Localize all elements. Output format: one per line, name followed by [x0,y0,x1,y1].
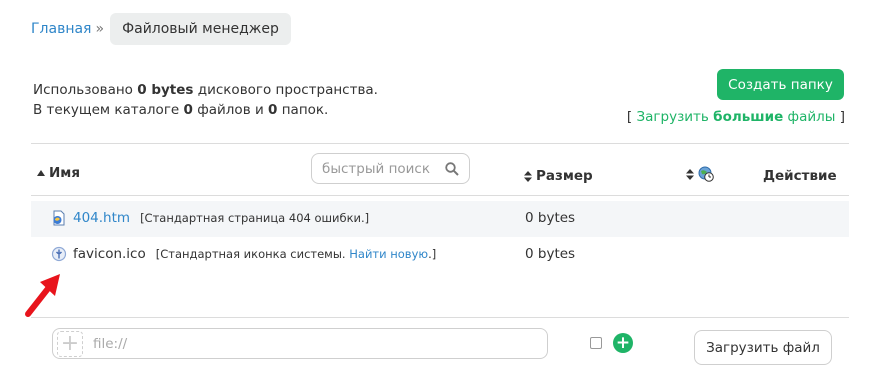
files-count: 0 [183,102,193,118]
used-space-value: 0 bytes [137,82,194,98]
folders-count: 0 [268,102,278,118]
file-input-placeholder: file:// [93,335,128,352]
usage-line-1: Использовано 0 bytes дискового пространс… [33,80,378,100]
usage-text: В текущем каталоге [33,102,180,118]
search-icon [445,161,459,176]
add-file-icon[interactable]: + [57,330,83,357]
file-size: 0 bytes [525,210,576,226]
search-placeholder: быстрый поиск [322,160,430,177]
upload-link-text: файлы [787,109,836,125]
sort-both-icon [686,168,694,180]
table-row: favicon.ico [Стандартная иконка системы.… [31,237,849,273]
breadcrumb: Главная » Файловый менеджер [31,12,291,46]
breadcrumb-home-link[interactable]: Главная [31,21,91,37]
upload-big-files: [ Загрузить большие файлы ] [627,109,845,125]
file-description: [Стандартная иконка системы. Найти новую… [156,247,437,261]
sort-by-time[interactable] [686,166,714,182]
globe-clock-icon [698,166,714,182]
upload-file-button[interactable]: Загрузить файл [694,330,832,365]
description-text: [Стандартная страница 404 ошибки.] [140,211,370,225]
usage-text: папок. [281,102,329,118]
usage-text: файлов и [197,102,264,118]
table-header: Имя быстрый поиск Размер Действие [31,143,849,196]
name-column-header: Имя [49,165,81,181]
table-body: 404.htm [Стандартная страница 404 ошибки… [31,201,849,273]
file-name: favicon.ico [73,246,146,262]
breadcrumb-separator: » [95,21,105,37]
upload-link-bold: большие [713,109,784,125]
breadcrumb-current: Файловый менеджер [110,13,291,45]
disk-usage-info: Использовано 0 bytes дискового пространс… [33,80,378,120]
bracket: [ [626,109,633,125]
file-size: 0 bytes [525,246,576,262]
usage-text: дискового пространства. [197,82,378,98]
add-field-icon[interactable]: + [613,333,633,353]
file-description: [Стандартная страница 404 ошибки.] [140,211,369,225]
file-link[interactable]: 404.htm [73,210,130,226]
upload-link-text: Загрузить [636,109,709,125]
favicon-file-icon [51,246,67,262]
bracket: ] [839,109,845,125]
sort-asc-icon [37,170,45,176]
quick-search-input[interactable]: быстрый поиск [311,153,470,184]
red-arrow-annotation [25,274,60,317]
find-new-link[interactable]: Найти новую [349,247,428,261]
html-file-icon [53,210,65,226]
footer-divider [31,317,849,318]
upload-big-files-link[interactable]: Загрузить большие файлы [637,109,836,125]
description-text: [Стандартная иконка системы. [155,247,346,261]
file-name-cell: favicon.ico [Стандартная иконка системы.… [51,246,436,262]
table-row: 404.htm [Стандартная страница 404 ошибки… [31,201,849,237]
size-column-header: Размер [536,168,593,184]
usage-line-2: В текущем каталоге 0 файлов и 0 папок. [33,100,378,120]
usage-text: Использовано [33,82,133,98]
description-text: .] [428,247,437,261]
create-folder-button[interactable]: Создать папку [717,69,844,100]
sort-both-icon [524,170,532,182]
action-column-header: Действие [763,168,837,184]
file-table: Имя быстрый поиск Размер Действие 404.ht… [31,143,849,273]
option-checkbox[interactable] [590,337,602,349]
file-path-input[interactable]: + file:// [52,328,548,359]
sort-by-size[interactable]: Размер [524,168,593,184]
sort-by-name[interactable]: Имя [37,165,80,181]
file-name-cell: 404.htm [Стандартная страница 404 ошибки… [51,210,369,226]
